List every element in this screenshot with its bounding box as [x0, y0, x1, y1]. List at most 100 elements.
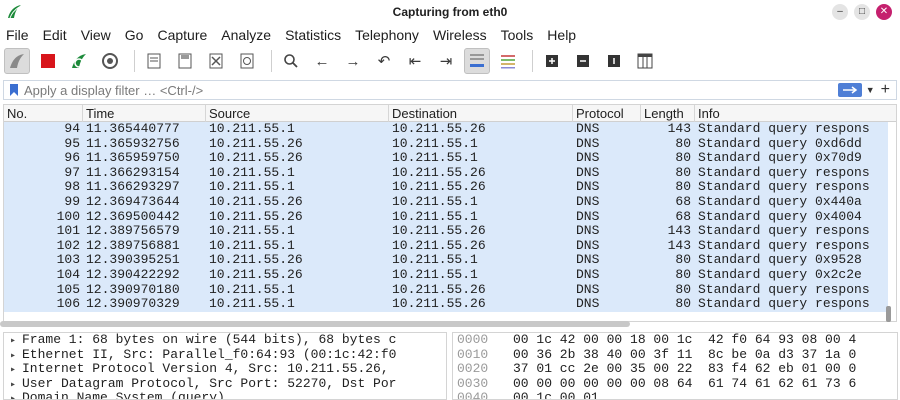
column-length[interactable]: Length [641, 105, 695, 122]
detail-row-ipv4[interactable]: ▸ Internet Protocol Version 4, Src: 10.21… [4, 361, 446, 377]
cell-source: 10.211.55.26 [209, 136, 303, 151]
autoscroll-icon[interactable] [464, 48, 490, 74]
horizontal-scrollbar[interactable] [0, 321, 630, 327]
go-forward-icon[interactable]: → [340, 48, 366, 74]
menu-help[interactable]: Help [547, 27, 576, 43]
capture-options-icon[interactable] [97, 48, 123, 74]
packet-row[interactable]: 97 11.366293154 10.211.55.1 10.211.55.26 DNS… [4, 165, 888, 181]
display-filter-input[interactable] [24, 81, 838, 99]
menu-analyze[interactable]: Analyze [221, 27, 271, 43]
menu-tools[interactable]: Tools [501, 27, 534, 43]
zoom-in-icon[interactable] [539, 48, 565, 74]
menu-bar: File Edit View Go Capture Analyze Statis… [0, 24, 900, 46]
cell-no: 95 [64, 136, 80, 151]
cell-info: Standard query 0xd6dd [698, 136, 862, 151]
cell-no: 106 [56, 297, 80, 312]
stop-capture-icon[interactable] [35, 48, 61, 74]
close-window-button[interactable]: ✕ [876, 4, 892, 20]
packet-details-pane: ▸ Frame 1: 68 bytes on wire (544 bits), 6… [3, 332, 447, 400]
cell-source: 10.211.55.1 [209, 165, 295, 180]
go-last-packet-icon[interactable]: ⇥ [433, 48, 459, 74]
go-to-packet-icon[interactable]: ↶ [371, 48, 397, 74]
detail-row-frame[interactable]: ▸ Frame 1: 68 bytes on wire (544 bits), 6… [4, 333, 446, 348]
colorize-icon[interactable] [495, 48, 521, 74]
expand-arrow-icon[interactable]: ▸ [10, 393, 22, 399]
detail-row-dns[interactable]: ▸ Domain Name System (query) [4, 391, 446, 399]
bookmark-icon[interactable] [4, 81, 24, 99]
packet-row[interactable]: 102 12.389756881 10.211.55.1 10.211.55.26 DN… [4, 238, 888, 254]
packet-row[interactable]: 105 12.390970180 10.211.55.1 10.211.55.26 DN… [4, 282, 888, 298]
cell-length: 80 [675, 180, 691, 195]
toolbar-separator [271, 50, 272, 72]
menu-statistics[interactable]: Statistics [285, 27, 341, 43]
cell-length: 80 [675, 136, 691, 151]
packet-row[interactable]: 103 12.390395251 10.211.55.26 10.211.55.1 DN… [4, 253, 888, 268]
packet-row[interactable]: 101 12.389756579 10.211.55.1 10.211.55.26 DN… [4, 224, 888, 239]
cell-info: Standard query respons [698, 224, 870, 239]
go-back-icon[interactable]: ← [309, 48, 335, 74]
cell-protocol: DNS [576, 209, 600, 224]
packet-row[interactable]: 106 12.390970329 10.211.55.1 10.211.55.26 DN… [4, 297, 888, 312]
bytes-row[interactable]: 0030 00 00 00 00 00 00 08 64 61 74 61 62 … [453, 376, 897, 392]
cell-no: 102 [56, 238, 80, 253]
packet-list[interactable]: No. Time Source Destination Protocol Len… [3, 104, 897, 322]
cell-length: 143 [667, 122, 691, 136]
zoom-out-icon[interactable] [570, 48, 596, 74]
packet-row[interactable]: 99 12.369473644 10.211.55.26 10.211.55.1 DNS… [4, 195, 888, 210]
start-capture-icon[interactable] [4, 48, 30, 74]
go-first-packet-icon[interactable]: ⇤ [402, 48, 428, 74]
chevron-down-icon[interactable]: ▼ [866, 85, 875, 95]
find-packet-icon[interactable] [278, 48, 304, 74]
open-file-icon[interactable] [141, 48, 167, 74]
packet-row[interactable]: 96 11.365959750 10.211.55.26 10.211.55.1 DNS… [4, 151, 888, 166]
packet-row[interactable]: 100 12.369500442 10.211.55.26 10.211.55.1 DN… [4, 209, 888, 225]
minimize-button[interactable]: – [832, 4, 848, 20]
save-file-icon[interactable] [172, 48, 198, 74]
cell-source: 10.211.55.1 [209, 180, 295, 195]
packet-row[interactable]: 95 11.365932756 10.211.55.26 10.211.55.1 DNS… [4, 136, 888, 152]
packet-row[interactable]: 98 11.366293297 10.211.55.1 10.211.55.26 DNS… [4, 180, 888, 195]
cell-info: Standard query 0x4004 [698, 209, 862, 224]
column-source[interactable]: Source [206, 105, 389, 122]
resize-columns-icon[interactable] [632, 48, 658, 74]
cell-no: 97 [64, 165, 80, 180]
cell-info: Standard query respons [698, 122, 870, 136]
column-time[interactable]: Time [83, 105, 206, 122]
menu-file[interactable]: File [6, 27, 29, 43]
cell-no: 98 [64, 180, 80, 195]
maximize-button[interactable]: □ [854, 4, 870, 20]
menu-telephony[interactable]: Telephony [355, 27, 419, 43]
column-info[interactable]: Info [695, 105, 896, 122]
bytes-row[interactable]: 0000 00 1c 42 00 00 18 00 1c 42 f0 64 93 … [453, 333, 897, 348]
menu-edit[interactable]: Edit [43, 27, 67, 43]
detail-row-udp[interactable]: ▸ User Datagram Protocol, Src Port: 52270… [4, 376, 446, 392]
menu-wireless[interactable]: Wireless [433, 27, 487, 43]
column-destination[interactable]: Destination [389, 105, 573, 122]
normal-size-icon[interactable] [601, 48, 627, 74]
cell-no: 100 [56, 209, 80, 224]
packet-row[interactable]: 104 12.390422292 10.211.55.26 10.211.55.1 DN… [4, 268, 888, 283]
menu-capture[interactable]: Capture [157, 27, 207, 43]
bytes-row[interactable]: 0040 00 1c 00 01 [453, 391, 897, 399]
cell-protocol: DNS [576, 253, 600, 268]
menu-view[interactable]: View [81, 27, 111, 43]
cell-length: 143 [667, 224, 691, 239]
menu-go[interactable]: Go [125, 27, 144, 43]
vertical-scrollbar[interactable] [886, 306, 891, 322]
cell-length: 143 [667, 238, 691, 253]
column-protocol[interactable]: Protocol [573, 105, 641, 122]
add-filter-button-icon[interactable]: + [881, 81, 890, 99]
packet-bytes-pane: 0000 00 1c 42 00 00 18 00 1c 42 f0 64 93 … [452, 332, 898, 400]
toolbar-separator [134, 50, 135, 72]
bytes-row[interactable]: 0010 00 36 2b 38 40 00 3f 11 8c be 0a d3 … [453, 347, 897, 363]
column-no[interactable]: No. [4, 105, 83, 122]
detail-row-ethernet[interactable]: ▸ Ethernet II, Src: Parallel_f0:64:93 (00… [4, 347, 446, 363]
cell-destination: 10.211.55.26 [392, 122, 486, 136]
bytes-row[interactable]: 0020 37 01 cc 2e 00 35 00 22 83 f4 62 eb … [453, 361, 897, 377]
window-title: Capturing from eth0 [392, 5, 508, 19]
apply-filter-icon[interactable] [837, 83, 862, 97]
close-file-icon[interactable] [203, 48, 229, 74]
packet-row[interactable]: 94 11.365440777 10.211.55.1 10.211.55.26 DNS… [4, 122, 888, 137]
restart-capture-icon[interactable] [66, 48, 92, 74]
reload-file-icon[interactable] [234, 48, 260, 74]
